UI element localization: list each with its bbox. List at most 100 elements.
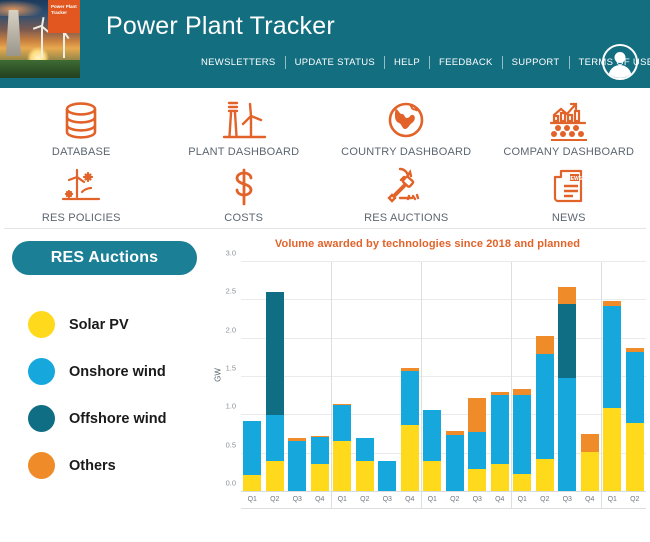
x-axis-tick: Q1 [337, 496, 347, 503]
chart-bar[interactable] [333, 403, 352, 492]
chart-title: Volume awarded by technologies since 201… [274, 238, 581, 250]
nav-item-res-policies[interactable]: RES POLICIES [0, 160, 163, 226]
nav-item-label: RES POLICIES [41, 212, 121, 224]
legend-label: Others [69, 457, 116, 474]
dollar-icon [226, 164, 262, 210]
legend-swatch [28, 311, 55, 338]
x-axis-tick: Q3 [562, 496, 572, 503]
icon-nav-row-1: DATABASE PLANT DASHBOARD COUNTRY DASHBOA… [0, 94, 650, 160]
nav-item-costs[interactable]: COSTS [163, 160, 326, 226]
x-axis-tick: Q2 [630, 496, 640, 503]
legend-item-offshore-wind[interactable]: Offshore wind [12, 395, 205, 442]
legend-item-solar-pv[interactable]: Solar PV [12, 301, 205, 348]
chart-bar[interactable] [243, 421, 262, 492]
nav-item-label: COMPANY DASHBOARD [503, 146, 635, 158]
x-axis-tick: Q2 [540, 496, 550, 503]
chart-bar[interactable] [625, 347, 644, 492]
chart-bar[interactable] [445, 431, 464, 492]
chart-panel: Volume awarded by technologies since 201… [205, 231, 650, 518]
renewables-policy-icon [57, 164, 105, 210]
nav-item-res-auctions[interactable]: RES AUCTIONS [325, 160, 488, 226]
svg-text:NEWS: NEWS [567, 176, 583, 182]
nav-link-feedback[interactable]: FEEDBACK [430, 57, 502, 68]
year-divider [601, 262, 602, 508]
chart-bar[interactable] [468, 397, 487, 492]
bars-layer [241, 262, 646, 492]
bar-segment [445, 434, 464, 492]
chart-legend: Solar PV Onshore wind Offshore wind Othe… [12, 301, 205, 489]
bar-segment [265, 415, 284, 462]
chart-bar[interactable] [513, 388, 532, 492]
app-logo[interactable]: Power Plant Tracker [0, 0, 80, 78]
bar-segment [468, 469, 487, 492]
nav-item-label: COUNTRY DASHBOARD [341, 146, 472, 158]
sidebar-item-res-auctions[interactable]: RES Auctions [12, 241, 197, 275]
bar-segment [603, 408, 622, 492]
legend-item-others[interactable]: Others [12, 442, 205, 489]
bar-segment [400, 425, 419, 492]
nav-link-newsletters[interactable]: NEWSLETTERS [192, 57, 285, 68]
chart-bar[interactable] [288, 438, 307, 492]
nav-item-news[interactable]: NEWS NEWS [488, 160, 650, 226]
x-axis-tick: Q4 [495, 496, 505, 503]
chart-bar[interactable] [355, 437, 374, 492]
y-axis-tick: 0.0 [225, 478, 236, 488]
avatar-body [608, 65, 632, 78]
nav-item-database[interactable]: DATABASE [0, 94, 163, 160]
bar-segment [333, 404, 352, 441]
legend-item-onshore-wind[interactable]: Onshore wind [12, 348, 205, 395]
bar-segment [580, 433, 599, 453]
bar-segment [265, 291, 284, 416]
bar-segment [378, 461, 397, 492]
bar-segment [468, 432, 487, 470]
legend-swatch [28, 452, 55, 479]
x-axis-tick: Q2 [270, 496, 280, 503]
logo-turbine-mast-1 [41, 26, 43, 58]
nav-link-support[interactable]: SUPPORT [503, 57, 569, 68]
legend-label: Onshore wind [69, 363, 166, 380]
y-axis-tick: 3.0 [225, 248, 236, 258]
chart-bar[interactable] [423, 409, 442, 492]
y-axis-tick: 0.5 [225, 440, 236, 450]
bar-segment [288, 440, 307, 492]
nav-link-help[interactable]: HELP [385, 57, 429, 68]
y-axis-tick: 1.5 [225, 363, 236, 373]
chart-bar[interactable] [400, 367, 419, 492]
chart-bar[interactable] [580, 433, 599, 492]
header-right: Power Plant Tracker NEWSLETTERS UPDATE S… [80, 0, 650, 88]
section-divider [4, 228, 646, 229]
chart-bar[interactable] [378, 461, 397, 492]
chart-bar[interactable] [310, 436, 329, 492]
chart-bar[interactable] [265, 291, 284, 492]
icon-nav-row-2: RES POLICIES COSTS RES AUCTIONS NEWS NEW… [0, 160, 650, 226]
bar-segment [310, 464, 329, 492]
newspaper-icon: NEWS [549, 164, 589, 210]
database-icon [61, 98, 101, 144]
legend-swatch [28, 358, 55, 385]
x-axis-tick: Q2 [450, 496, 460, 503]
nav-item-plant-dashboard[interactable]: PLANT DASHBOARD [163, 94, 326, 160]
year-divider [421, 262, 422, 508]
chart-bar[interactable] [603, 301, 622, 492]
user-avatar-icon[interactable] [602, 44, 638, 80]
bar-segment [535, 336, 554, 355]
logo-ground [0, 60, 80, 78]
nav-item-label: RES AUCTIONS [364, 212, 449, 224]
nav-item-company-dashboard[interactable]: COMPANY DASHBOARD [488, 94, 650, 160]
app-header: Power Plant Tracker Power Plant Tracker … [0, 0, 650, 88]
x-axis-tick: Q4 [405, 496, 415, 503]
logo-tag: Power Plant Tracker [48, 0, 80, 33]
bar-segment [423, 461, 442, 492]
chart-bar[interactable] [558, 287, 577, 492]
bar-segment [558, 287, 577, 305]
year-divider [331, 262, 332, 508]
nav-item-country-dashboard[interactable]: COUNTRY DASHBOARD [325, 94, 488, 160]
chart-bar[interactable] [490, 392, 509, 492]
x-axis-tick: Q2 [360, 496, 370, 503]
chart-bar[interactable] [535, 336, 554, 492]
x-axis-tick: Q3 [292, 496, 302, 503]
sidebar: RES Auctions Solar PV Onshore wind Offsh… [0, 231, 205, 518]
bar-segment [265, 461, 284, 492]
x-axis-tick: Q1 [427, 496, 437, 503]
nav-link-update-status[interactable]: UPDATE STATUS [286, 57, 384, 68]
